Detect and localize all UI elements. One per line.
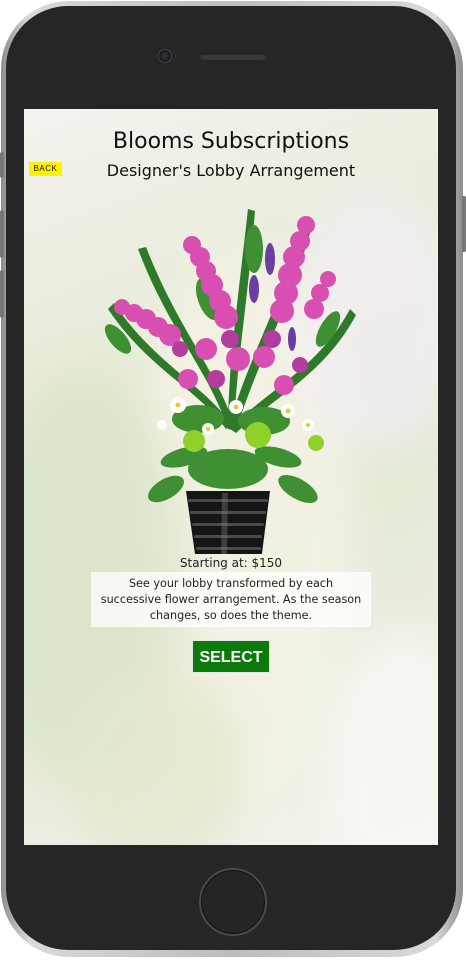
product-description: See your lobby transformed by each succe… [91, 572, 371, 627]
home-button[interactable] [199, 868, 267, 936]
power-button [462, 196, 466, 252]
back-button[interactable]: BACK [29, 162, 62, 176]
select-button[interactable]: SELECT [192, 640, 270, 673]
front-camera-icon [158, 49, 172, 63]
phone-frame: Blooms Subscriptions Designer's Lobby Ar… [0, 0, 466, 960]
price-text: Starting at: $150 [179, 556, 283, 570]
app-screen: Blooms Subscriptions Designer's Lobby Ar… [24, 109, 438, 845]
background-highlight [324, 629, 438, 845]
volume-down-button [0, 270, 4, 318]
page-title: Blooms Subscriptions [112, 129, 350, 154]
lobby-flower-arrangement-image [104, 209, 356, 554]
product-title: Designer's Lobby Arrangement [106, 161, 356, 180]
volume-up-button [0, 210, 4, 258]
earpiece-speaker [199, 53, 267, 60]
mute-switch [0, 152, 4, 178]
